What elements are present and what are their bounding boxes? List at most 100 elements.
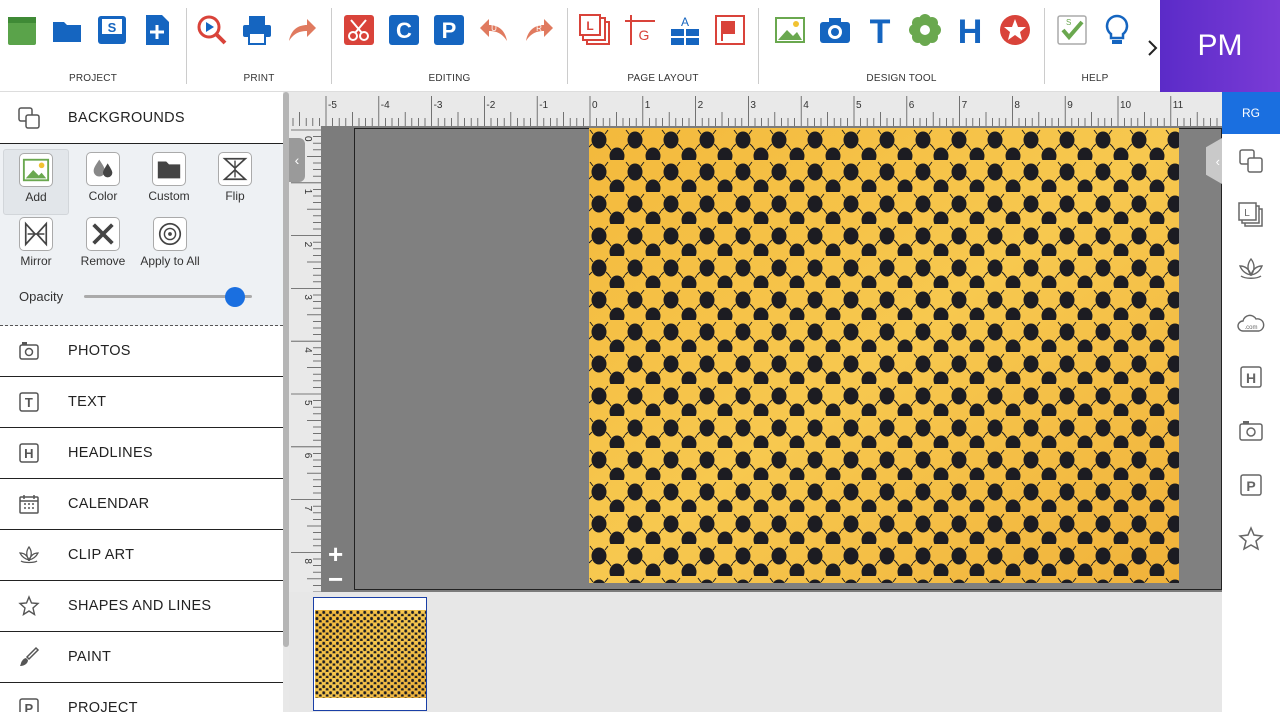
bg-custom-button[interactable]: Custom <box>136 152 202 212</box>
ruler-label: 8 <box>1014 100 1020 111</box>
ruler-label: -5 <box>328 100 337 111</box>
cut-icon[interactable] <box>342 13 376 47</box>
bg-flip-button[interactable]: Flip <box>202 152 268 212</box>
redo-icon[interactable]: R <box>522 13 556 47</box>
section-label: PAINT <box>68 649 112 665</box>
paste-icon[interactable]: P <box>432 13 466 47</box>
star-outline-icon[interactable] <box>1222 512 1280 566</box>
section-label: PROJECT <box>68 700 138 712</box>
text-icon[interactable]: T <box>863 13 897 47</box>
section-text[interactable]: T TEXT <box>0 377 283 428</box>
bg-add-button[interactable]: Add <box>3 149 69 215</box>
lightbulb-icon[interactable] <box>1100 13 1134 47</box>
page-setup-icon[interactable] <box>713 13 747 47</box>
ruler-label: -2 <box>486 100 495 111</box>
ruler-label: 4 <box>302 347 313 353</box>
check-icon[interactable]: S <box>1055 13 1089 47</box>
option-label: Mirror <box>20 254 52 268</box>
section-headlines[interactable]: H HEADLINES <box>0 428 283 479</box>
guides-icon[interactable]: G <box>623 13 657 47</box>
page-background-pattern <box>589 128 1179 583</box>
send-icon[interactable] <box>285 13 319 47</box>
camera-icon[interactable] <box>1222 404 1280 458</box>
star-outline-icon <box>18 595 40 617</box>
ruler-label: 5 <box>302 400 313 406</box>
svg-text:T: T <box>25 395 33 410</box>
backgrounds-options: Add Color Custom Flip Mirror Remove Appl… <box>0 144 283 326</box>
opacity-slider-knob[interactable] <box>225 287 246 307</box>
lotus-icon[interactable] <box>1222 242 1280 296</box>
page-canvas[interactable] <box>589 128 1179 583</box>
ruler-label: 0 <box>592 100 598 111</box>
image-icon[interactable] <box>773 13 807 47</box>
section-calendar[interactable]: CALENDAR <box>0 479 283 530</box>
add-page-icon[interactable] <box>140 13 174 47</box>
section-clip-art[interactable]: CLIP ART <box>0 530 283 581</box>
section-label: BACKGROUNDS <box>68 109 185 126</box>
left-panel: BACKGROUNDS Add Color Custom Flip Mirror… <box>0 92 283 712</box>
bg-mirror-button[interactable]: Mirror <box>3 217 69 277</box>
svg-text:H: H <box>24 446 34 461</box>
toolbar-group-editing: C P U R EDITING <box>332 0 567 92</box>
folder-icon[interactable] <box>50 13 84 47</box>
section-photos[interactable]: PHOTOS <box>0 326 283 377</box>
headline-icon[interactable]: H <box>1222 350 1280 404</box>
option-label: Remove <box>80 254 126 268</box>
cloud-com-icon[interactable]: .com <box>1222 296 1280 350</box>
layers-icon[interactable]: L <box>578 13 612 47</box>
copy-icon[interactable]: C <box>387 13 421 47</box>
bg-remove-button[interactable]: Remove <box>70 217 136 277</box>
ruler-label: 3 <box>302 294 313 300</box>
option-label: Add <box>25 190 47 204</box>
ruler-label: -3 <box>434 100 443 111</box>
toolbar-group-help: S HELP <box>1045 0 1145 92</box>
ruler-label: 4 <box>803 100 809 111</box>
paste-p-icon[interactable]: P <box>1222 458 1280 512</box>
layers-icon[interactable]: L <box>1222 188 1280 242</box>
ruler-label: 11 <box>1173 100 1184 111</box>
page-thumbnail[interactable] <box>313 597 427 711</box>
collapse-left-panel-icon[interactable]: ‹ <box>289 138 305 182</box>
zoom-out-button[interactable]: − <box>328 566 343 592</box>
headline-glyph: H <box>958 13 983 47</box>
preview-icon[interactable] <box>195 13 229 47</box>
opacity-slider[interactable] <box>84 287 252 307</box>
headline-icon: H <box>18 442 40 464</box>
toolbar-group-label: DESIGN TOOL <box>866 73 937 84</box>
brand-logo: PM <box>1160 0 1280 92</box>
new-project-icon[interactable] <box>5 13 39 47</box>
horizontal-ruler: -5 -4 -3 -2 -1 0 1 2 3 4 5 6 7 8 9 10 11 <box>289 92 1222 126</box>
section-project[interactable]: P PROJECT <box>0 683 283 712</box>
layers-glyph: L <box>586 19 593 33</box>
camera-icon[interactable] <box>818 13 852 47</box>
lotus-icon <box>18 544 40 566</box>
ruler-label: 1 <box>302 189 313 195</box>
toolbar-group-label: PRINT <box>243 73 275 84</box>
headline-icon[interactable]: H <box>953 13 987 47</box>
save-glyph: S <box>108 20 117 35</box>
camera-icon <box>18 340 40 362</box>
toolbar-group-design-tool: T H DESIGN TOOL <box>759 0 1044 92</box>
undo-icon[interactable]: U <box>477 13 511 47</box>
svg-text:H: H <box>1246 370 1256 386</box>
mirror-icon <box>19 217 53 251</box>
text-glyph: T <box>870 13 891 47</box>
user-avatar[interactable]: RG <box>1222 92 1280 134</box>
section-shapes-and-lines[interactable]: SHAPES AND LINES <box>0 581 283 632</box>
flower-icon[interactable] <box>908 13 942 47</box>
backgrounds-icon <box>18 106 40 129</box>
bg-apply-all-button[interactable]: Apply to All <box>134 217 206 277</box>
page-filmstrip <box>289 592 1222 712</box>
svg-text:L: L <box>1244 208 1250 219</box>
star-icon[interactable] <box>998 13 1032 47</box>
printer-icon[interactable] <box>240 13 274 47</box>
align-icon[interactable]: A <box>668 13 702 47</box>
section-backgrounds[interactable]: BACKGROUNDS <box>0 92 283 144</box>
backgrounds-icon[interactable] <box>1222 134 1280 188</box>
section-paint[interactable]: PAINT <box>0 632 283 683</box>
ruler-label: 2 <box>698 100 704 111</box>
bg-color-button[interactable]: Color <box>70 152 136 212</box>
save-icon[interactable]: S <box>95 13 129 47</box>
undo-glyph: U <box>491 24 497 33</box>
chevron-right-icon[interactable] <box>1146 38 1160 58</box>
